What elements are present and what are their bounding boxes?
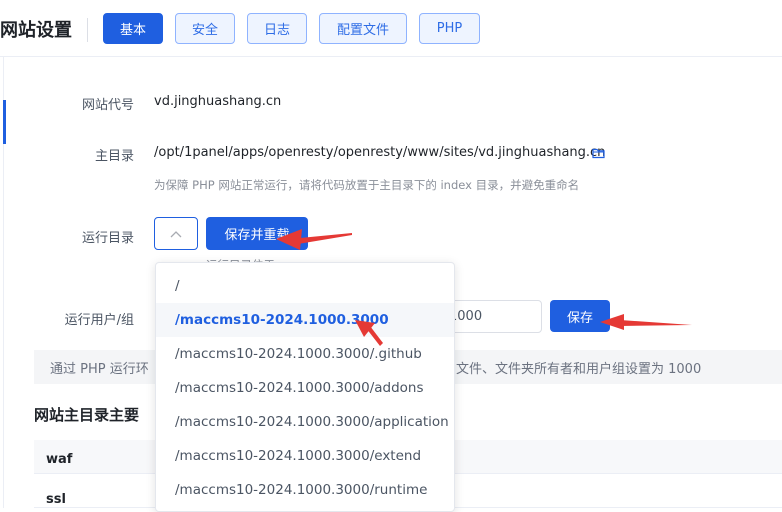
run-dir-dropdown: / /maccms10-2024.1000.3000 /maccms10-202… bbox=[155, 262, 455, 512]
dropdown-option[interactable]: /maccms10-2024.1000.3000/extend bbox=[156, 439, 454, 473]
section-title: 网站主目录主要 bbox=[34, 406, 140, 424]
root-dir-label: 主目录 bbox=[94, 149, 134, 164]
dropdown-option[interactable]: / bbox=[156, 269, 454, 303]
dropdown-option[interactable]: /maccms10-2024.1000.3000/.github bbox=[156, 337, 454, 371]
save-and-reload-button[interactable]: 保存并重载 bbox=[206, 217, 308, 250]
root-dir-value: /opt/1panel/apps/openresty/openresty/www… bbox=[154, 145, 606, 160]
table-cell-waf: waf bbox=[46, 452, 73, 467]
tab-config-file[interactable]: 配置文件 bbox=[319, 13, 407, 44]
side-nav-active-indicator bbox=[3, 100, 6, 144]
dropdown-option[interactable]: /maccms10-2024.1000.3000/addons bbox=[156, 371, 454, 405]
root-dir-hint: 为保障 PHP 网站正常运行，请将代码放置于主目录下的 index 目录，并避免… bbox=[154, 178, 580, 192]
site-code-value: vd.jinghuashang.cn bbox=[154, 94, 282, 109]
page-title: 网站设置 bbox=[0, 20, 72, 41]
site-code-label: 网站代号 bbox=[81, 98, 134, 113]
run-user-input[interactable]: 1000 bbox=[440, 300, 542, 333]
info-text-left: 通过 PHP 运行环 bbox=[50, 361, 149, 377]
tab-basic[interactable]: 基本 bbox=[103, 13, 163, 44]
annotation-arrow-icon bbox=[620, 320, 692, 326]
table-cell-ssl: ssl bbox=[46, 492, 66, 507]
run-dir-select[interactable] bbox=[154, 217, 198, 250]
tab-security[interactable]: 安全 bbox=[175, 13, 235, 44]
save-button[interactable]: 保存 bbox=[550, 300, 610, 332]
header-divider bbox=[87, 18, 88, 42]
folder-icon[interactable] bbox=[592, 147, 605, 159]
run-user-label: 运行用户/组 bbox=[64, 313, 134, 328]
dropdown-option[interactable]: /maccms10-2024.1000.3000/runtime bbox=[156, 473, 454, 507]
chevron-up-icon bbox=[170, 230, 182, 237]
dropdown-option[interactable]: /maccms10-2024.1000.3000/application bbox=[156, 405, 454, 439]
tab-logs[interactable]: 日志 bbox=[247, 13, 307, 44]
run-dir-label: 运行目录 bbox=[81, 231, 134, 246]
info-text-right: 文件、文件夹所有者和用户组设置为 1000 bbox=[456, 361, 702, 377]
tab-php[interactable]: PHP bbox=[419, 13, 480, 44]
header-separator bbox=[0, 56, 782, 57]
dropdown-option-highlighted[interactable]: /maccms10-2024.1000.3000 bbox=[156, 303, 454, 337]
